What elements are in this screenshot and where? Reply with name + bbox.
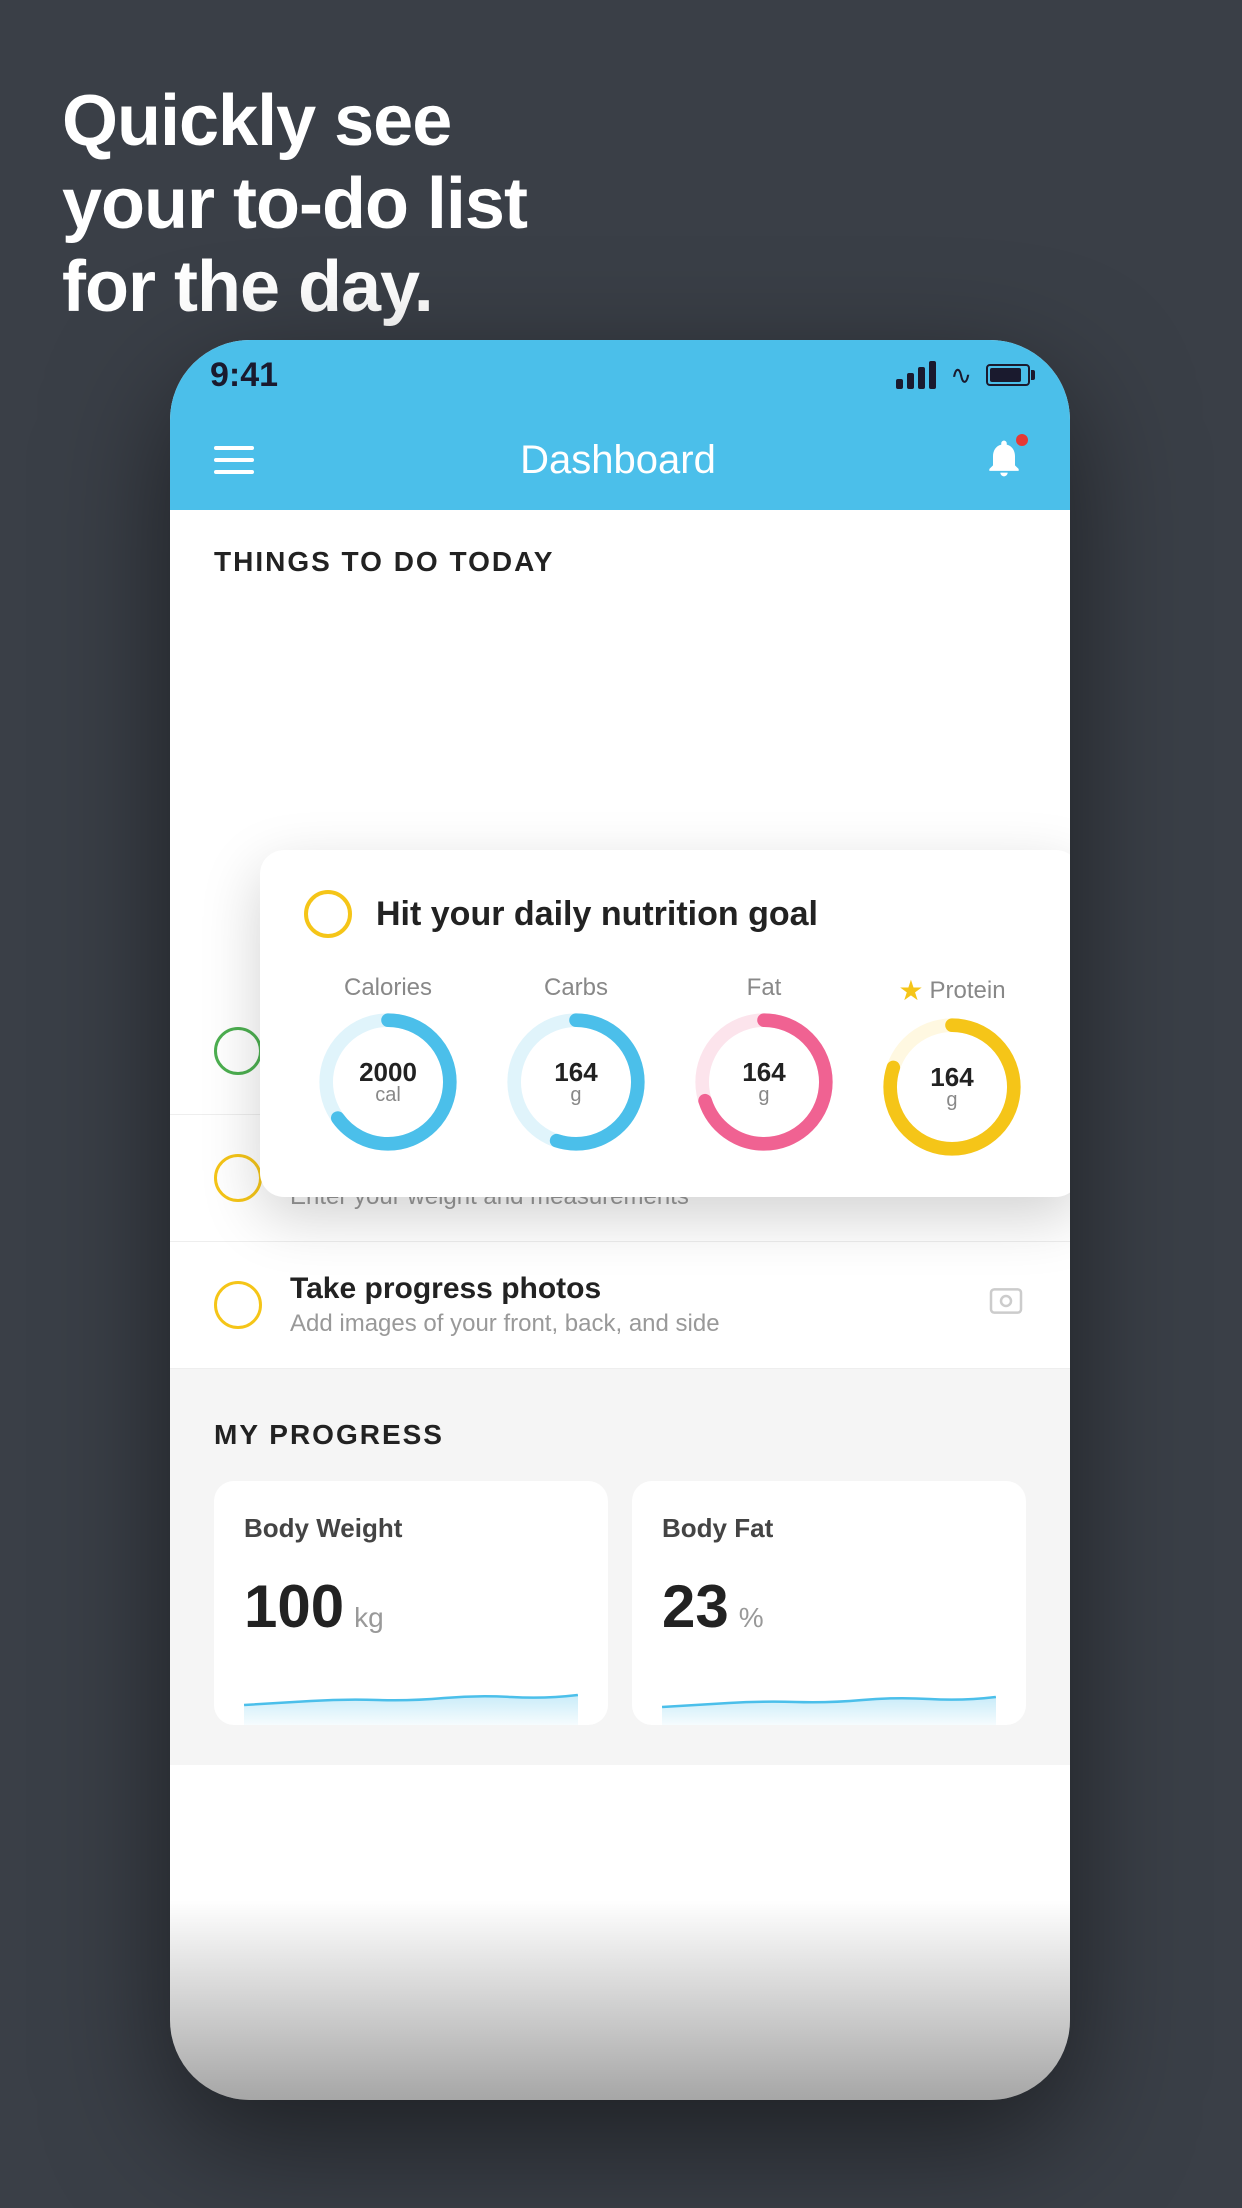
status-icons: ∿ [896,360,1030,391]
wifi-icon: ∿ [950,360,972,391]
notification-dot [1014,432,1030,448]
carbs-value: 164 [554,1059,597,1085]
todo-circle-body-stats [214,1154,262,1202]
carbs-donut: 164 g [506,1012,646,1152]
signal-icon [896,361,936,389]
nutrition-card-title: Hit your daily nutrition goal [376,895,818,934]
app-header: Dashboard [170,410,1070,510]
protein-label: ★ Protein [898,974,1005,1007]
fat-unit: g [742,1085,785,1105]
todo-circle-running [214,1027,262,1075]
nutrition-highlight-card[interactable]: Hit your daily nutrition goal Calories 2… [260,850,1070,1197]
calories-donut: 2000 cal [318,1012,458,1152]
things-to-do-title: THINGS TO DO TODAY [214,546,1026,578]
calories-value: 2000 [359,1059,417,1085]
star-icon: ★ [898,974,923,1007]
battery-icon [986,364,1030,386]
headline: Quickly see your to-do list for the day. [62,80,527,328]
nutrition-fat: Fat 164 g [694,974,834,1157]
protein-donut: 164 g [882,1017,1022,1157]
phone-frame: 9:41 ∿ Dashboard [170,340,1070,2100]
body-weight-value-row: 100 kg [244,1572,578,1641]
calories-unit: cal [359,1085,417,1105]
protein-value: 164 [930,1064,973,1090]
nutrition-carbs: Carbs 164 g [506,974,646,1157]
body-fat-chart [662,1665,996,1725]
card-title-row: Hit your daily nutrition goal [304,890,1036,938]
hamburger-menu-icon[interactable] [214,446,254,474]
fat-donut: 164 g [694,1012,834,1152]
body-fat-unit: % [739,1602,764,1634]
fat-label: Fat [747,974,782,1002]
protein-unit: g [930,1090,973,1110]
progress-section: MY PROGRESS Body Weight 100 kg [170,1369,1070,1765]
carbs-label: Carbs [544,974,608,1002]
progress-cards: Body Weight 100 kg [214,1481,1026,1725]
status-bar: 9:41 ∿ [170,340,1070,410]
body-weight-card[interactable]: Body Weight 100 kg [214,1481,608,1725]
todo-name-photos: Take progress photos [290,1272,958,1306]
things-to-do-header: THINGS TO DO TODAY [170,510,1070,598]
body-fat-card[interactable]: Body Fat 23 % [632,1481,1026,1725]
nutrition-grid: Calories 2000 cal Carbs [304,974,1036,1157]
todo-sub-photos: Add images of your front, back, and side [290,1310,958,1338]
todo-item-photos[interactable]: Take progress photos Add images of your … [170,1242,1070,1369]
body-weight-value: 100 [244,1572,344,1641]
photo-icon [986,1281,1026,1330]
body-weight-unit: kg [354,1602,384,1634]
carbs-unit: g [554,1085,597,1105]
todo-text-photos: Take progress photos Add images of your … [290,1272,958,1338]
calories-label: Calories [344,974,432,1002]
body-fat-title: Body Fat [662,1513,996,1544]
notification-bell-button[interactable] [982,436,1026,485]
nutrition-protein: ★ Protein 164 g [882,974,1022,1157]
progress-section-title: MY PROGRESS [214,1419,1026,1451]
body-fat-value: 23 [662,1572,729,1641]
fat-value: 164 [742,1059,785,1085]
body-weight-title: Body Weight [244,1513,578,1544]
todo-circle-nutrition [304,890,352,938]
header-title: Dashboard [520,438,716,483]
nutrition-calories: Calories 2000 cal [318,974,458,1157]
todo-circle-photos [214,1281,262,1329]
body-weight-chart [244,1665,578,1725]
status-time: 9:41 [210,356,278,395]
phone-shadow [170,1900,1070,2100]
body-fat-value-row: 23 % [662,1572,996,1641]
